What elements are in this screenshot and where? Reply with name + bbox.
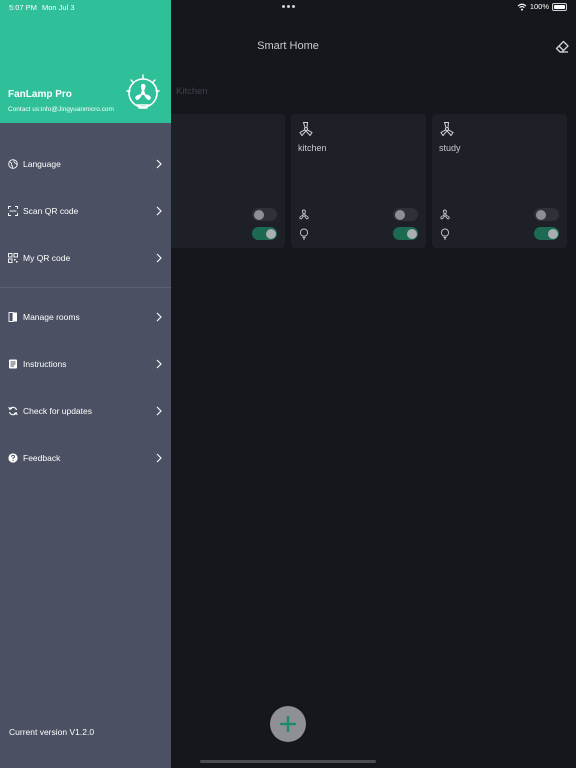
device-name: kitchen	[298, 143, 327, 153]
ceiling-fan-icon	[440, 122, 454, 137]
menu-item-label: Manage rooms	[23, 312, 80, 322]
battery-percent: 100%	[529, 2, 549, 11]
menu-item-my-qr[interactable]: My QR code	[0, 243, 171, 273]
menu-divider	[0, 287, 171, 288]
menu-item-feedback[interactable]: Feedback	[0, 443, 171, 473]
add-device-button[interactable]	[270, 706, 306, 742]
menu-item-label: Language	[23, 159, 61, 169]
light-toggle[interactable]	[393, 227, 418, 240]
device-card-kitchen[interactable]: kitchen	[291, 114, 426, 248]
menu-item-label: Instructions	[23, 359, 67, 369]
home-indicator[interactable]	[200, 760, 376, 763]
multitasking-dots-icon[interactable]	[282, 5, 295, 8]
globe-icon	[8, 159, 18, 169]
menu-item-manage-rooms[interactable]: Manage rooms	[0, 302, 171, 332]
chevron-right-icon	[156, 406, 162, 416]
drawer-header: FanLamp Pro Contact us:info@Jingyuanmicr…	[0, 0, 171, 123]
light-toggle[interactable]	[252, 227, 277, 240]
fan-toggle[interactable]	[534, 208, 559, 221]
chevron-right-icon	[156, 159, 162, 169]
light-bulb-icon	[440, 228, 450, 240]
fan-icon	[440, 209, 450, 220]
status-indicators: 100%	[517, 2, 567, 11]
qr-code-icon	[8, 253, 18, 263]
battery-icon	[552, 2, 567, 11]
fan-icon	[299, 209, 309, 220]
menu-item-label: Feedback	[23, 453, 61, 463]
plus-icon	[279, 715, 297, 733]
menu-item-check-updates[interactable]: Check for updates	[0, 396, 171, 426]
contact-info[interactable]: Contact us:info@Jingyuanmicro.com	[8, 106, 114, 113]
wifi-icon	[517, 3, 527, 11]
app-name: FanLamp Pro	[8, 89, 72, 100]
fan-toggle[interactable]	[393, 208, 418, 221]
tab-kitchen[interactable]: Kitchen	[176, 86, 208, 97]
fan-lamp-logo-icon	[126, 74, 160, 109]
side-drawer: FanLamp Pro Contact us:info@Jingyuanmicr…	[0, 0, 171, 768]
eraser-icon[interactable]	[554, 38, 570, 54]
menu-item-scan-qr[interactable]: Scan QR code	[0, 196, 171, 226]
help-icon	[8, 453, 18, 463]
chevron-right-icon	[156, 312, 162, 322]
menu-item-instructions[interactable]: Instructions	[0, 349, 171, 379]
scan-icon	[8, 206, 18, 216]
menu-item-label: Check for updates	[23, 406, 92, 416]
light-bulb-icon	[299, 228, 309, 240]
refresh-icon	[8, 406, 18, 416]
menu-item-label: My QR code	[23, 253, 71, 263]
menu-item-language[interactable]: Language	[0, 149, 171, 179]
ceiling-fan-icon	[299, 122, 313, 137]
device-card-study[interactable]: study	[432, 114, 567, 248]
chevron-right-icon	[156, 206, 162, 216]
status-time: 5:07 PM	[9, 3, 37, 12]
status-bar: 5:07 PM Mon Jul 3 100%	[0, 0, 576, 14]
menu-item-label: Scan QR code	[23, 206, 79, 216]
status-date: Mon Jul 3	[42, 3, 75, 12]
chevron-right-icon	[156, 359, 162, 369]
light-toggle[interactable]	[534, 227, 559, 240]
door-icon	[8, 312, 17, 322]
chevron-right-icon	[156, 253, 162, 263]
fan-toggle[interactable]	[252, 208, 277, 221]
chevron-right-icon	[156, 453, 162, 463]
device-name: study	[439, 143, 461, 153]
document-icon	[9, 359, 17, 369]
app-version: Current version V1.2.0	[9, 727, 95, 737]
